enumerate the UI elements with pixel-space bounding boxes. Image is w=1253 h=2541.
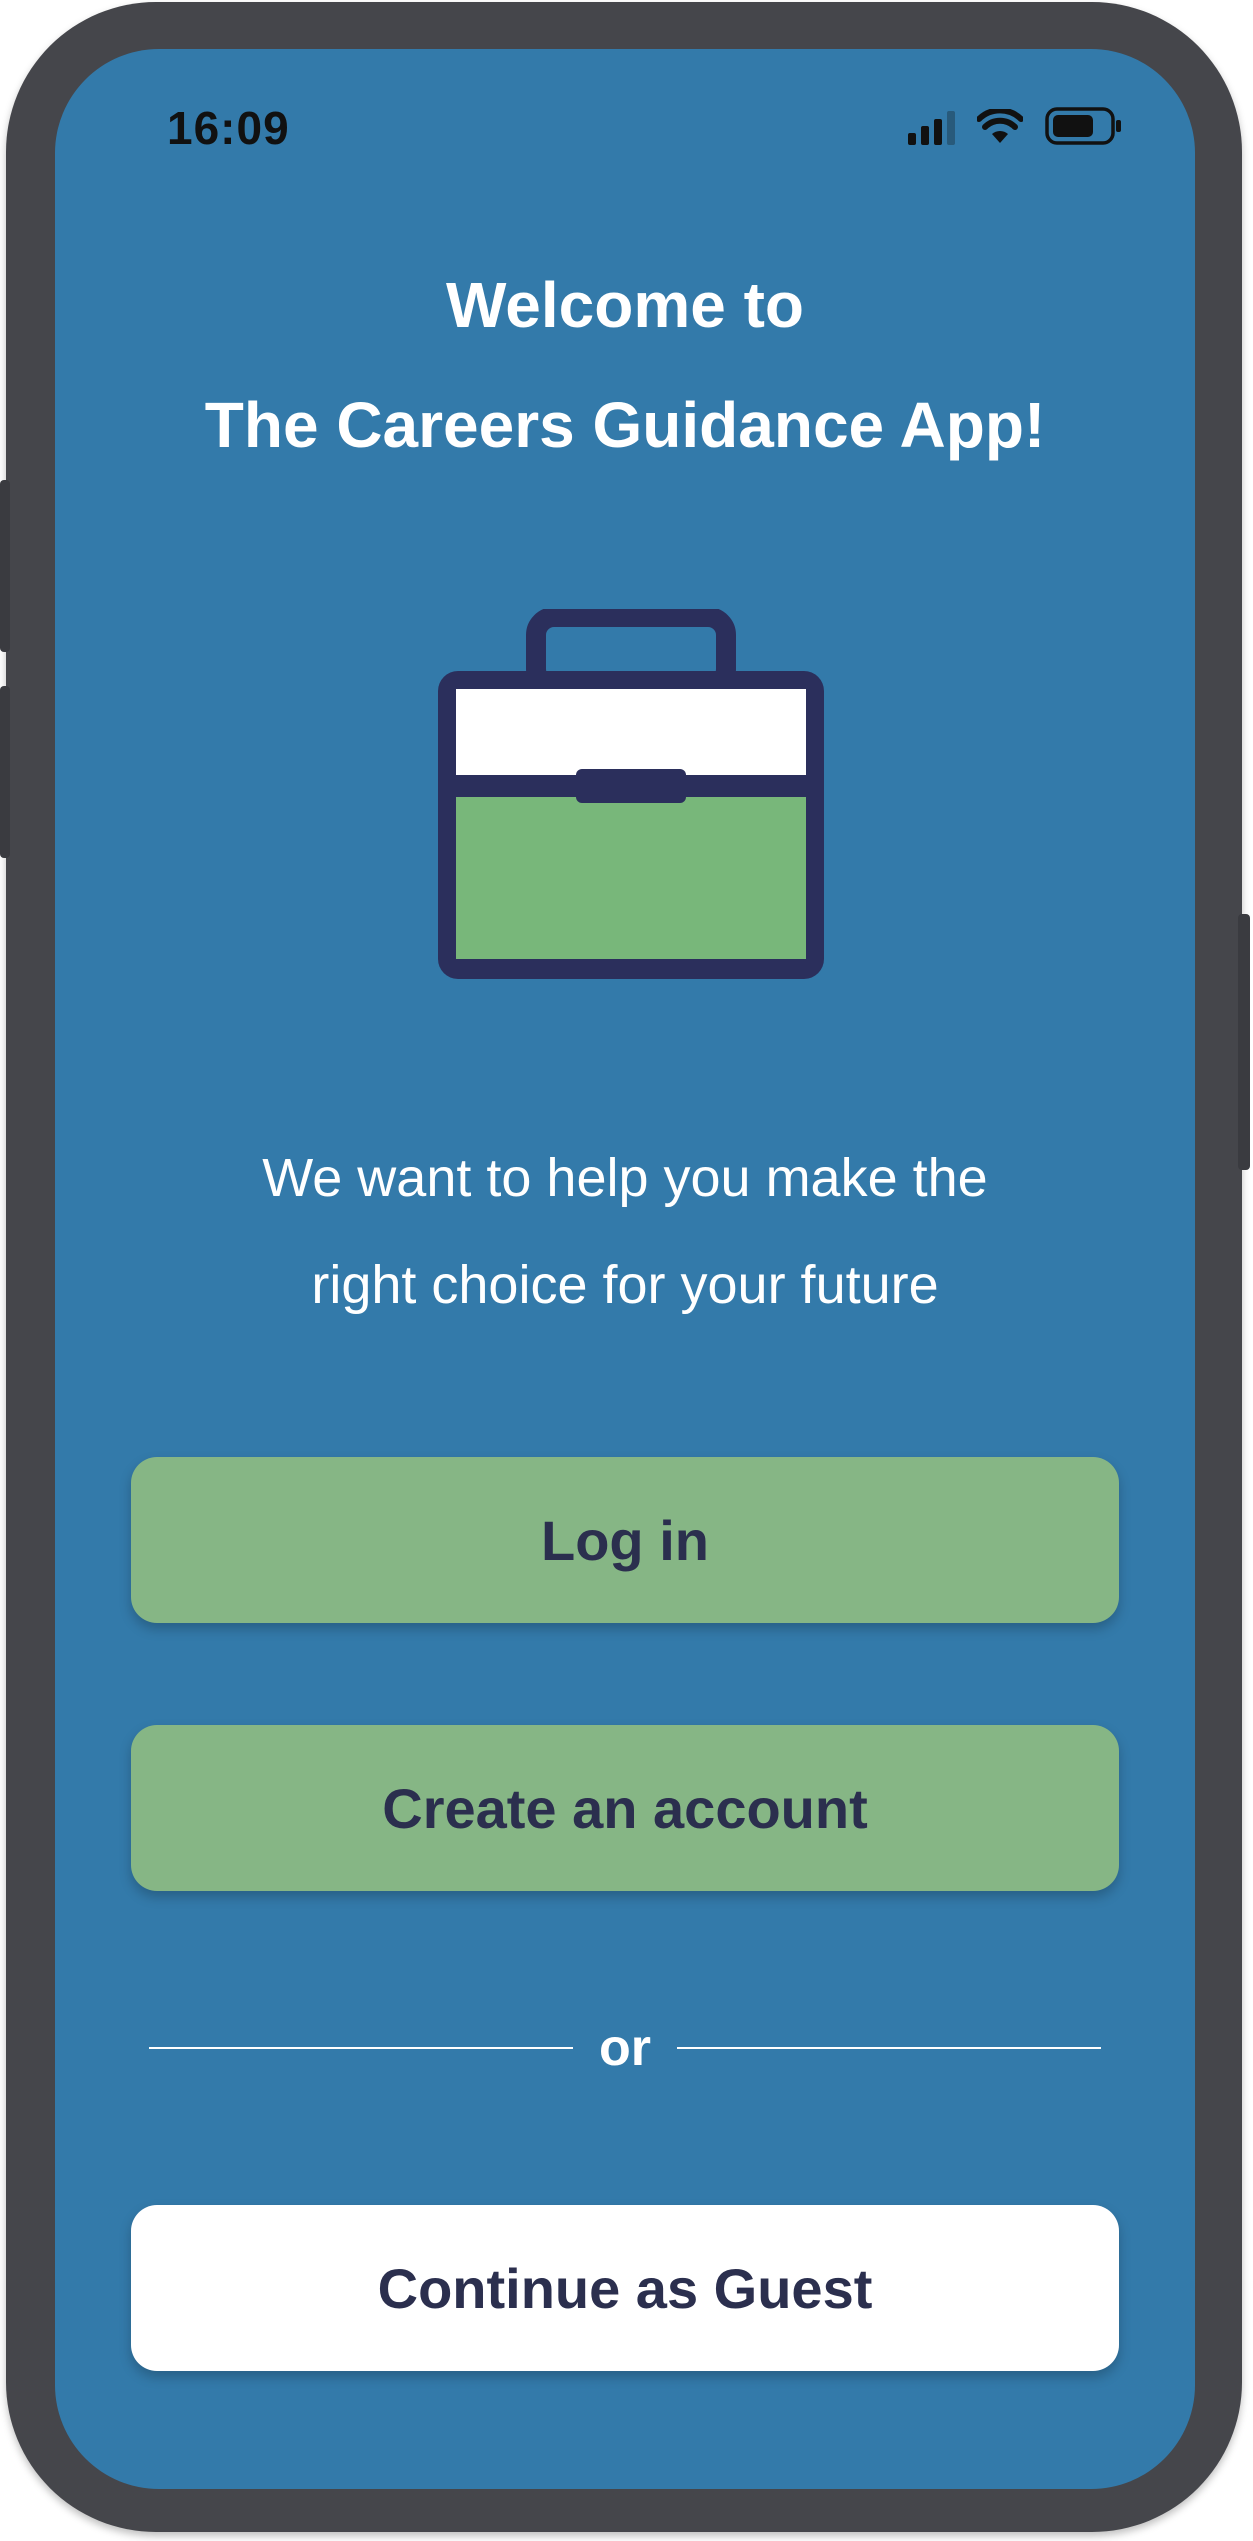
app-screen: 16:09 Welcome to The Careers Guidance Ap… <box>55 49 1195 2489</box>
login-button[interactable]: Log in <box>131 1457 1119 1623</box>
status-bar: 16:09 <box>55 49 1195 209</box>
tagline-line2: right choice for your future <box>311 1255 939 1315</box>
signal-icon <box>908 111 955 145</box>
volume-down-button <box>0 686 10 858</box>
wifi-icon <box>977 109 1023 143</box>
divider-line-right <box>677 2047 1101 2049</box>
tagline-line1: We want to help you make the <box>262 1148 988 1208</box>
or-label: or <box>599 2019 651 2077</box>
create-account-button[interactable]: Create an account <box>131 1725 1119 1891</box>
or-divider: or <box>149 2003 1101 2093</box>
welcome-title-line1: Welcome to <box>446 269 804 341</box>
power-button <box>1238 914 1250 1170</box>
divider-line-left <box>149 2047 573 2049</box>
welcome-title-line2: The Careers Guidance App! <box>204 389 1046 461</box>
briefcase-icon <box>438 609 824 979</box>
battery-icon <box>1045 107 1121 145</box>
volume-up-button <box>0 480 10 652</box>
continue-as-guest-button[interactable]: Continue as Guest <box>131 2205 1119 2371</box>
status-time: 16:09 <box>167 102 290 154</box>
status-icons <box>908 107 1123 145</box>
